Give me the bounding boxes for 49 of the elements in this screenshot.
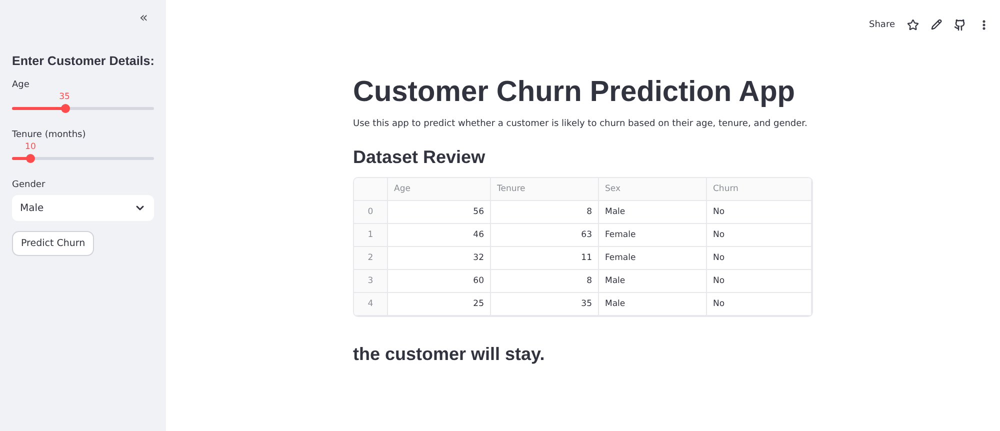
- table-cell: 63: [491, 224, 599, 247]
- collapse-sidebar-button[interactable]: «: [135, 10, 152, 26]
- slider-label: Age: [12, 80, 30, 90]
- sidebar-heading: Enter Customer Details:: [12, 54, 154, 68]
- row-index: 4: [354, 293, 388, 316]
- prediction-result: the customer will stay.: [353, 344, 546, 365]
- column-header: Churn: [707, 178, 812, 201]
- section-title: Dataset Review: [353, 147, 486, 168]
- table-cell: No: [707, 293, 812, 316]
- table-cell: 8: [491, 201, 599, 224]
- row-index: 0: [354, 201, 388, 224]
- slider-value: 10: [25, 142, 36, 152]
- slider-track[interactable]: [12, 107, 154, 110]
- table-cell: No: [707, 270, 812, 293]
- star-icon[interactable]: [907, 18, 919, 30]
- table-cell: 35: [491, 293, 599, 316]
- column-header: Age: [388, 178, 491, 201]
- select-label: Gender: [12, 180, 46, 190]
- gender-select[interactable]: Male: [12, 195, 154, 221]
- slider-value: 35: [59, 92, 70, 102]
- table-cell: No: [707, 201, 812, 224]
- share-button[interactable]: Share: [869, 20, 895, 30]
- table-cell: Female: [599, 247, 707, 270]
- table-cell: 25: [388, 293, 491, 316]
- slider-thumb[interactable]: [60, 104, 70, 113]
- slider-thumb[interactable]: [26, 154, 36, 163]
- slider-label: Tenure (months): [12, 130, 87, 140]
- table-cell: Male: [599, 270, 707, 293]
- table-cell: 32: [388, 247, 491, 270]
- row-index: 3: [354, 270, 388, 293]
- row-index: 1: [354, 224, 388, 247]
- pencil-icon[interactable]: [931, 19, 942, 30]
- row-index: 2: [354, 247, 388, 270]
- column-header: Tenure: [491, 178, 599, 201]
- table-cell: 60: [388, 270, 491, 293]
- table-cell: No: [707, 247, 812, 270]
- description-text: Use this app to predict whether a customer is likely to churn based on their age, tenure, and gender.: [353, 119, 808, 129]
- column-header: Sex: [599, 178, 707, 201]
- table-cell: 56: [388, 201, 491, 224]
- table-cell: 11: [491, 247, 599, 270]
- github-icon[interactable]: [954, 18, 966, 30]
- page-title: Customer Churn Prediction App: [353, 76, 796, 109]
- table-cell: Male: [599, 293, 707, 316]
- table-cell: 8: [491, 270, 599, 293]
- table-cell: Female: [599, 224, 707, 247]
- table-cell: No: [707, 224, 812, 247]
- predict-button[interactable]: Predict Churn: [12, 231, 94, 256]
- table-cell: 46: [388, 224, 491, 247]
- table-cell: Male: [599, 201, 707, 224]
